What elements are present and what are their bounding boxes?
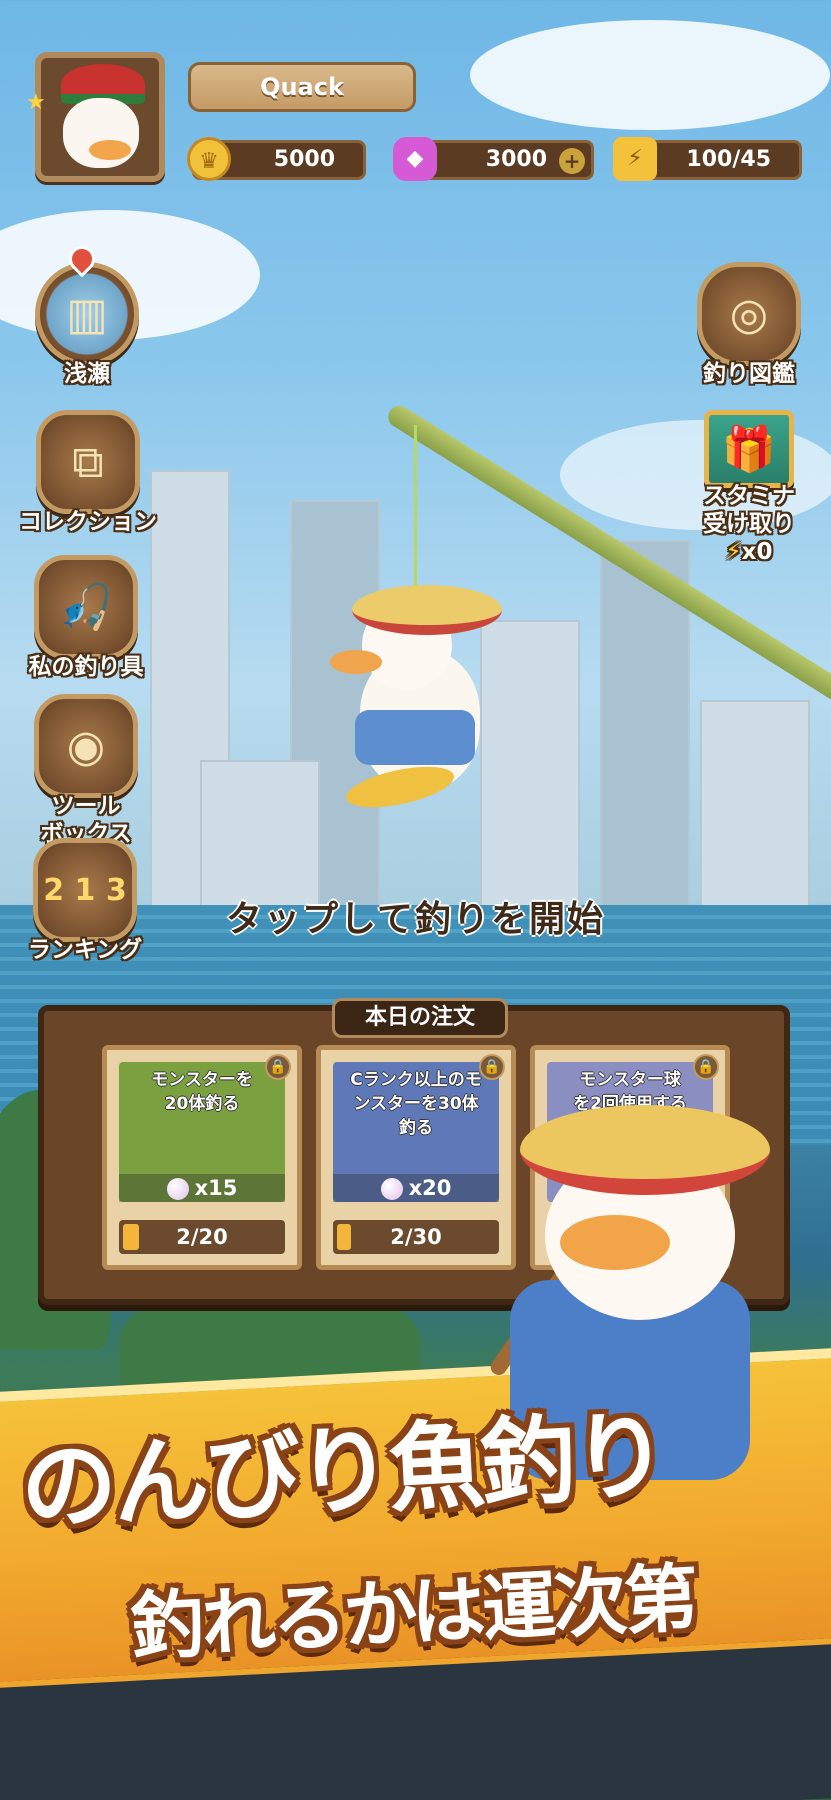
toolbox-icon: ◉ — [34, 694, 138, 798]
gift-box-icon: 🎁 — [704, 410, 794, 488]
order-progress: 2/30 — [333, 1220, 499, 1254]
my-gear-button[interactable]: 🎣 私の釣り具 — [16, 555, 156, 681]
collection-button[interactable]: ⧉ コレクション — [8, 410, 168, 536]
fishing-gear-icon: 🎣 — [34, 555, 138, 659]
fishing-encyclopedia-button[interactable]: ◎ 釣り図鑑 — [686, 262, 812, 388]
order-reward: x20 — [333, 1174, 499, 1202]
my-gear-label: 私の釣り具 — [28, 654, 144, 680]
stamina-counter[interactable]: ⚡ 100/45 — [613, 137, 802, 181]
order-reward-value: x15 — [194, 1176, 238, 1200]
gem-value: 3000 — [485, 147, 547, 172]
order-card[interactable]: Cランク以上のモ ンスターを30体 釣る x20 2/30 🔒 — [316, 1045, 516, 1270]
mascot-beak — [560, 1215, 670, 1270]
duck-hat — [352, 585, 502, 635]
player-name[interactable]: Quack — [188, 62, 416, 112]
order-task: モンスターを 20体釣る — [151, 1070, 253, 1114]
stamina-claim-label-2: 受け取り — [703, 511, 795, 537]
location-city-icon: ▥ — [35, 262, 139, 366]
pearl-icon — [380, 1178, 403, 1200]
stamina-claim-label-1: スタミナ — [703, 483, 795, 509]
coin-icon: ♛ — [187, 137, 231, 181]
star-icon: ★ — [26, 90, 46, 115]
order-progress-value: 2/20 — [176, 1225, 228, 1249]
tap-to-start-prompt[interactable]: タップして釣りを開始 — [0, 890, 831, 942]
duck-beak — [330, 650, 382, 674]
duck-shirt — [355, 710, 475, 765]
order-task: Cランク以上のモ ンスターを30体 釣る — [350, 1070, 482, 1138]
sky-cloud — [470, 20, 830, 130]
daily-orders-title: 本日の注文 — [332, 998, 508, 1038]
order-card[interactable]: モンスターを 20体釣る x15 2/20 🔒 — [102, 1045, 302, 1270]
pearl-icon — [166, 1178, 189, 1200]
order-progress: 2/20 — [119, 1220, 285, 1254]
lock-icon: 🔒 — [693, 1054, 719, 1080]
city-building — [480, 620, 580, 910]
fishing-encyclopedia-icon: ◎ — [697, 262, 801, 366]
shallows-button[interactable]: ▥ 浅瀬 — [22, 240, 152, 388]
city-building — [200, 760, 320, 910]
order-progress-fill — [337, 1224, 351, 1250]
coin-counter[interactable]: ♛ 5000 — [187, 137, 366, 181]
collection-label: コレクション — [19, 509, 157, 535]
avatar-beak — [89, 140, 131, 160]
player-avatar[interactable] — [35, 52, 165, 182]
order-progress-fill — [123, 1224, 139, 1250]
stamina-claim-button[interactable]: 🎁 スタミナ 受け取り ⚡x0 — [686, 410, 812, 566]
order-reward-value: x20 — [408, 1176, 452, 1200]
stamina-claim-count: ⚡x0 — [686, 538, 812, 566]
shallows-label: 浅瀬 — [64, 361, 110, 387]
order-progress-value: 2/30 — [390, 1225, 442, 1249]
lock-icon: 🔒 — [265, 1054, 291, 1080]
mascot-hat — [520, 1105, 770, 1195]
gem-counter[interactable]: ◆ 3000 + — [393, 137, 594, 181]
add-gems-button[interactable]: + — [559, 148, 585, 174]
lightning-icon: ⚡ — [613, 137, 657, 181]
coin-value: 5000 — [273, 147, 335, 172]
stamina-claim-count-value: x0 — [741, 539, 773, 565]
fishing-line — [414, 425, 417, 605]
city-building — [700, 700, 810, 910]
gem-icon: ◆ — [393, 137, 437, 181]
toolbox-button[interactable]: ◉ ツール ボックス — [26, 694, 146, 848]
encyclopedia-label: 釣り図鑑 — [703, 361, 795, 387]
stamina-value: 100/45 — [686, 147, 771, 172]
lightning-icon: ⚡ — [725, 539, 742, 565]
order-reward: x15 — [119, 1174, 285, 1202]
collection-icon: ⧉ — [36, 410, 140, 514]
lock-icon: 🔒 — [479, 1054, 505, 1080]
